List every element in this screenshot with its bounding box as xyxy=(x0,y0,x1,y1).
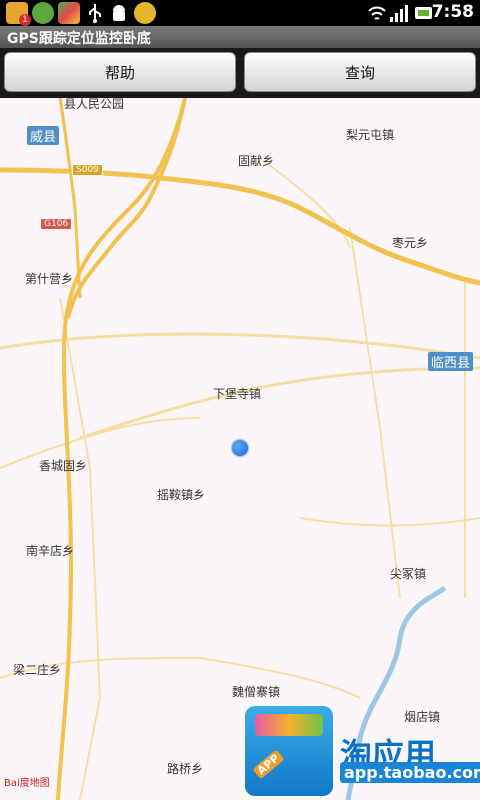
baidu-logo: Bai度地图 xyxy=(4,778,50,789)
road-shield-g106: G106 xyxy=(40,218,73,230)
map-label-guxian: 固献乡 xyxy=(238,154,275,168)
stripe-app-icon xyxy=(58,2,80,24)
app-title: GPS跟踪定位监控卧底 xyxy=(7,31,151,47)
road-shield-s009: S009 xyxy=(72,164,103,176)
wifi-icon xyxy=(366,2,388,24)
notification-count-badge: 1 xyxy=(19,14,31,26)
usb-icon xyxy=(84,2,106,24)
status-bar: 1 7:58 xyxy=(0,0,480,26)
title-bar: GPS跟踪定位监控卧底 xyxy=(0,26,480,48)
toolbar: 帮助 查询 xyxy=(0,48,480,98)
map-label-linxi: 临西县 xyxy=(428,352,474,371)
ad-url[interactable]: app.taobao.com xyxy=(340,762,480,783)
query-button[interactable]: 查询 xyxy=(244,52,476,92)
map-label-lianger: 梁二庄乡 xyxy=(13,663,62,677)
location-marker[interactable] xyxy=(232,440,248,456)
map-label-nanxindian: 南辛店乡 xyxy=(26,544,75,558)
help-button[interactable]: 帮助 xyxy=(4,52,236,92)
clock-time: 7:58 xyxy=(431,2,474,22)
check-app-icon xyxy=(32,2,54,24)
shopping-bag-icon: APP xyxy=(245,706,333,796)
map-label-yaoqian: 摇鞍镇乡 xyxy=(157,488,206,502)
map-label-park: 县人民公园 xyxy=(64,98,125,111)
android-icon xyxy=(108,2,130,24)
signal-icon xyxy=(388,2,410,24)
map-label-dishiying: 第什营乡 xyxy=(25,272,74,286)
download-icon xyxy=(134,2,156,24)
map-view[interactable]: 县人民公园 威县 梨元屯镇 固献乡 S009 G106 枣元乡 第什营乡 临西县… xyxy=(0,98,480,800)
map-label-luqiao: 路桥乡 xyxy=(167,762,204,776)
map-label-jianzhong: 尖冢镇 xyxy=(390,567,427,581)
map-label-weisengzhai: 魏僧寨镇 xyxy=(232,685,281,699)
map-label-zaoyuan: 枣元乡 xyxy=(392,236,429,250)
map-label-liyuantun: 梨元屯镇 xyxy=(346,128,395,142)
map-label-xiangchenggu: 香城固乡 xyxy=(39,459,88,473)
map-label-xiabaosi: 下堡寺镇 xyxy=(213,387,262,401)
map-label-weixian: 威县 xyxy=(27,126,60,145)
